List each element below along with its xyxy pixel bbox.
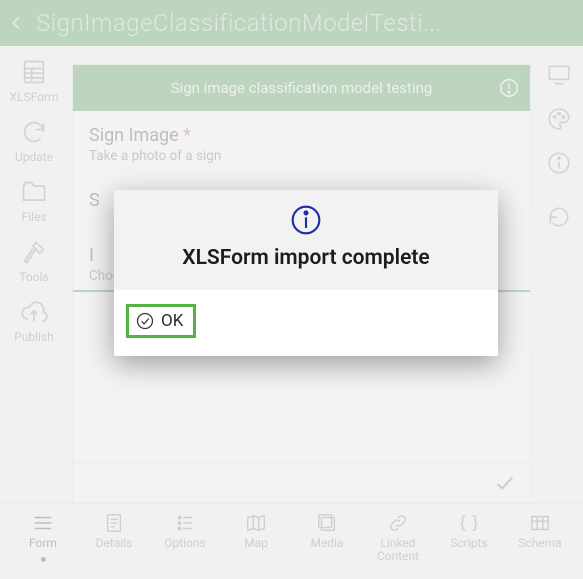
ok-button[interactable]: OK — [126, 304, 196, 338]
ok-label: OK — [161, 311, 183, 331]
check-circle-icon — [135, 311, 155, 331]
info-circle-icon — [290, 204, 322, 236]
dialog-actions: OK — [114, 290, 498, 356]
import-complete-dialog: XLSForm import complete OK — [114, 190, 498, 356]
dialog-title: XLSForm import complete — [124, 246, 488, 270]
dialog-header: XLSForm import complete — [114, 190, 498, 290]
